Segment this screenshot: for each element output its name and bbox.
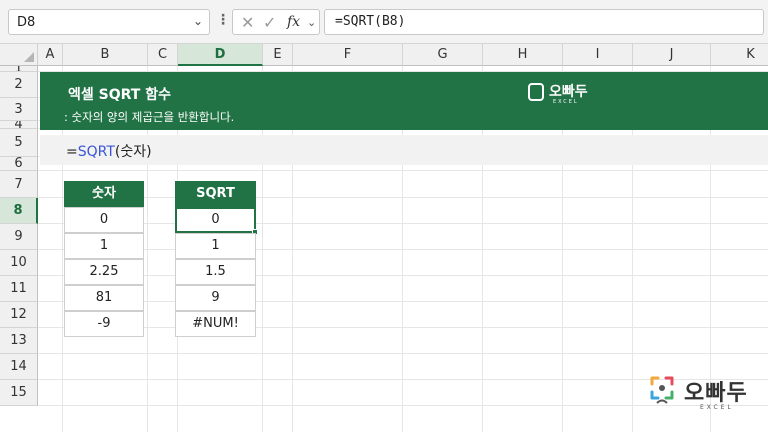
select-all-icon bbox=[24, 52, 34, 62]
name-box-value: D8 bbox=[17, 15, 36, 30]
row-header-15[interactable]: 15 bbox=[0, 380, 38, 406]
column-header-a[interactable]: A bbox=[38, 44, 63, 66]
grid-line bbox=[38, 170, 768, 171]
input-cell[interactable]: -9 bbox=[64, 311, 144, 337]
column-header-b[interactable]: B bbox=[63, 44, 148, 66]
grid-line bbox=[38, 223, 768, 224]
input-cell[interactable]: 1 bbox=[64, 233, 144, 259]
row-header-5[interactable]: 5 bbox=[0, 129, 38, 157]
more-options-icon[interactable]: ⋮ bbox=[216, 12, 230, 28]
output-table-header[interactable]: SQRT bbox=[175, 181, 256, 207]
grid-line bbox=[38, 249, 768, 250]
column-header-i[interactable]: I bbox=[563, 44, 633, 66]
banner-subtitle: : 숫자의 양의 제곱근을 반환합니다. bbox=[64, 110, 235, 124]
row-header-4[interactable]: 4 bbox=[0, 121, 38, 129]
output-cell[interactable]: 1 bbox=[175, 233, 256, 259]
input-cell[interactable]: 0 bbox=[64, 207, 144, 233]
grid-line bbox=[38, 327, 768, 328]
row-header-9[interactable]: 9 bbox=[0, 224, 38, 250]
banner-title: 엑셀 SQRT 함수 bbox=[68, 87, 171, 103]
row-header-8[interactable]: 8 bbox=[0, 198, 38, 224]
watermark-sub: EXCEL bbox=[700, 404, 734, 411]
grid-line bbox=[38, 197, 768, 198]
enter-icon[interactable]: ✓ bbox=[263, 13, 276, 32]
syntax-prefix: = bbox=[66, 144, 78, 160]
row-header-6[interactable]: 6 bbox=[0, 157, 38, 171]
chevron-down-icon[interactable]: ⌄ bbox=[307, 16, 316, 29]
grid-line bbox=[38, 301, 768, 302]
syntax-row: =SQRT(숫자) bbox=[40, 135, 768, 165]
active-cell[interactable]: 0 bbox=[175, 207, 256, 233]
syntax-args: (숫자) bbox=[114, 144, 152, 160]
row-header-12[interactable]: 12 bbox=[0, 302, 38, 328]
output-cell[interactable]: 1.5 bbox=[175, 259, 256, 285]
cancel-icon[interactable]: ✕ bbox=[241, 13, 254, 32]
column-header-h[interactable]: H bbox=[483, 44, 563, 66]
logo-icon bbox=[650, 376, 674, 404]
input-cell[interactable]: 81 bbox=[64, 285, 144, 311]
watermark-text: 오빠두 bbox=[684, 381, 748, 406]
row-header-14[interactable]: 14 bbox=[0, 354, 38, 380]
output-cell[interactable]: 9 bbox=[175, 285, 256, 311]
row-header-13[interactable]: 13 bbox=[0, 328, 38, 354]
column-header-e[interactable]: E bbox=[263, 44, 293, 66]
banner-logo-text: 오빠두 bbox=[549, 84, 588, 100]
formula-bar: D8 ⌄ ⋮ ✕ ✓ fx ⌄ =SQRT(B8) bbox=[0, 0, 768, 44]
column-header-j[interactable]: J bbox=[633, 44, 711, 66]
column-header-d[interactable]: D bbox=[178, 44, 263, 66]
grid-line bbox=[38, 275, 768, 276]
grid-line bbox=[38, 353, 768, 354]
column-header-f[interactable]: F bbox=[293, 44, 403, 66]
banner-logo-sub: EXCEL bbox=[553, 99, 579, 105]
column-header-c[interactable]: C bbox=[148, 44, 178, 66]
output-cell[interactable]: #NUM! bbox=[175, 311, 256, 337]
row-header-11[interactable]: 11 bbox=[0, 276, 38, 302]
watermark-logo: 오빠두 EXCEL bbox=[648, 372, 758, 416]
banner-logo: 오빠두 EXCEL bbox=[528, 81, 598, 107]
title-banner: 엑셀 SQRT 함수 : 숫자의 양의 제곱근을 반환합니다. 오빠두 EXCE… bbox=[40, 72, 768, 130]
column-header-g[interactable]: G bbox=[403, 44, 483, 66]
input-table-header[interactable]: 숫자 bbox=[64, 181, 144, 207]
name-box[interactable]: D8 ⌄ bbox=[8, 9, 210, 35]
logo-icon bbox=[528, 83, 544, 101]
column-header-k[interactable]: K bbox=[711, 44, 768, 66]
formula-input[interactable]: =SQRT(B8) bbox=[324, 9, 764, 35]
row-header-10[interactable]: 10 bbox=[0, 250, 38, 276]
row-header-2[interactable]: 2 bbox=[0, 72, 38, 98]
row-header-3[interactable]: 3 bbox=[0, 98, 38, 121]
row-header-7[interactable]: 7 bbox=[0, 171, 38, 198]
select-all-button[interactable] bbox=[0, 44, 38, 66]
chevron-down-icon[interactable]: ⌄ bbox=[193, 14, 203, 28]
formula-actions: ✕ ✓ fx ⌄ bbox=[232, 9, 320, 35]
formula-text: =SQRT(B8) bbox=[335, 14, 406, 29]
syntax-text[interactable]: =SQRT(숫자) bbox=[66, 141, 152, 161]
input-cell[interactable]: 2.25 bbox=[64, 259, 144, 285]
insert-function-icon[interactable]: fx bbox=[287, 14, 300, 30]
syntax-function-name: SQRT bbox=[77, 144, 115, 160]
